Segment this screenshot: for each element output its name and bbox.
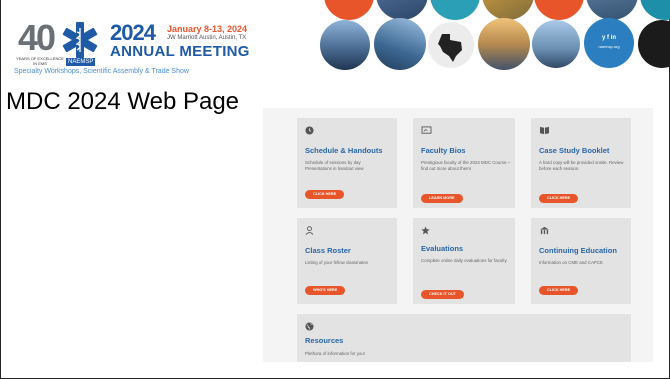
roster-whos-here-button[interactable]: WHO'S HERE (305, 286, 346, 295)
photo-circle (478, 18, 530, 70)
card-title: Evaluations (421, 244, 464, 253)
clock-icon (305, 126, 314, 135)
faculty-learn-more-button[interactable]: LEARN MORE (421, 194, 463, 203)
schedule-click-here-button[interactable]: CLICK HERE (305, 190, 345, 199)
card-title: Class Roster (305, 246, 351, 255)
card-description: Complete online daily evaluations for fa… (421, 258, 508, 263)
logo-org-name: NAEMSP (66, 58, 96, 66)
photo-circle (320, 20, 370, 70)
card-title: Case Study Booklet (539, 146, 610, 155)
card-description: A hard copy will be provided onsite. Rev… (539, 160, 624, 171)
orange-circle (534, 0, 584, 20)
web-page-preview: Schedule & Handouts Schedule of sessions… (263, 108, 653, 362)
annual-meeting-title: ANNUAL MEETING (110, 43, 250, 60)
card-faculty-bios: Faculty Bios Prestigious faculty of the … (413, 118, 515, 208)
star-icon (421, 226, 430, 235)
evaluations-check-it-out-button[interactable]: CHECK IT OUT (421, 290, 464, 299)
texas-icon (438, 34, 462, 62)
card-class-roster: Class Roster Listing of your fellow clas… (297, 218, 397, 304)
presentation-icon (421, 126, 432, 134)
event-venue: JW Marriott Austin, Austin, TX (167, 35, 247, 41)
card-title: Schedule & Handouts (305, 146, 383, 155)
social-icons-text: y f in (601, 35, 616, 41)
card-resources: Resources Plethora of information for yo… (297, 314, 631, 362)
card-continuing-education: Continuing Education Information on CME … (531, 218, 631, 304)
card-title: Continuing Education (539, 246, 617, 255)
card-description: Prestigious faculty of the 2024 MDC Cour… (421, 160, 511, 171)
photo-circle (586, 0, 638, 20)
card-case-study-booklet: Case Study Booklet A hard copy will be p… (531, 118, 631, 208)
book-icon (540, 126, 549, 135)
social-site-text: naemsp.org (598, 44, 620, 49)
card-evaluations: Evaluations Complete online daily evalua… (413, 218, 515, 304)
globe-icon (305, 322, 314, 331)
event-dates: January 8-13, 2024 (167, 24, 248, 34)
education-click-here-button[interactable]: CLICK HERE (539, 286, 579, 295)
photo-circle-band: y f in naemsp.org (318, 0, 670, 80)
logo-year: 2024 (110, 20, 156, 45)
star-of-life-icon (62, 22, 98, 58)
naemsp-logo: 40 YEARS OF EXCELLENCE IN EMS NAEMSP 202… (14, 18, 264, 82)
card-title: Faculty Bios (421, 146, 466, 155)
logo-years-text: YEARS OF EXCELLENCE IN EMS (16, 56, 64, 66)
social-circle: y f in naemsp.org (584, 18, 634, 68)
school-icon (540, 226, 549, 235)
logo-40: 40 (18, 17, 56, 58)
teal-circle (640, 0, 670, 20)
photo-circle (532, 20, 580, 68)
photo-circle (482, 0, 534, 20)
orange-circle (324, 0, 374, 20)
photo-circle (374, 18, 426, 70)
card-schedule-handouts: Schedule & Handouts Schedule of sessions… (297, 118, 397, 208)
dark-circle (638, 20, 670, 68)
card-description: Plethora of information for you! (305, 351, 366, 356)
card-description: Schedule of sessions by day Presentation… (305, 160, 364, 171)
card-description: Information on CME and CAPCE (539, 260, 603, 265)
slide-title: MDC 2024 Web Page (6, 88, 240, 115)
photo-circle (376, 0, 428, 20)
texas-map-circle (428, 22, 474, 68)
card-description: Listing of your fellow classmates (305, 260, 368, 265)
card-title: Resources (305, 336, 344, 345)
booklet-click-here-button[interactable]: CLICK HERE (539, 194, 579, 203)
teal-circle (430, 0, 480, 20)
user-icon (305, 226, 314, 235)
event-tagline: Specialty Workshops, Scientific Assembly… (14, 68, 189, 75)
